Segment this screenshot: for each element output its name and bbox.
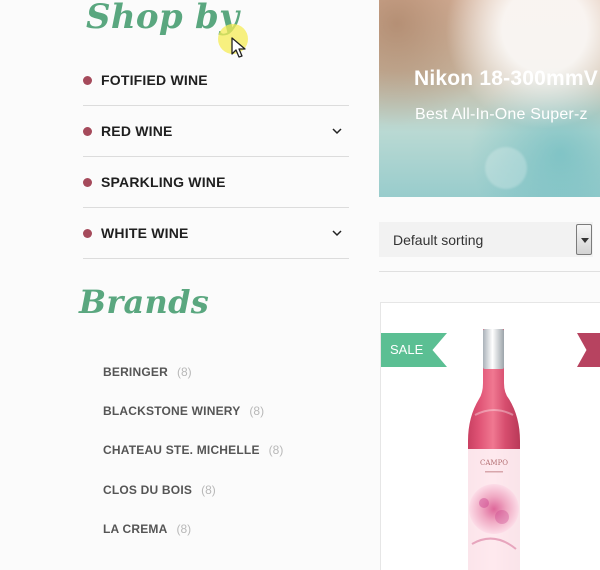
- brand-count: (8): [268, 443, 284, 458]
- dropdown-arrow-icon[interactable]: [576, 224, 592, 255]
- category-bullet-icon: [83, 178, 92, 187]
- brand-count: (8): [201, 482, 216, 497]
- sorting-select[interactable]: Default sorting: [379, 222, 593, 257]
- product-card[interactable]: SALE CAMPO: [380, 302, 600, 570]
- brand-count: (8): [176, 364, 192, 379]
- shop-by-heading: Shop by: [86, 0, 240, 37]
- brand-link-blackstone-winery[interactable]: BLACKSTONE WINERY: [103, 404, 240, 418]
- brand-item: CLOS DU BOIS (8): [103, 470, 343, 509]
- brand-link-chateau-ste-michelle[interactable]: CHATEAU STE. MICHELLE: [103, 443, 260, 457]
- brand-count: (8): [176, 521, 192, 536]
- category-item-red-wine[interactable]: RED WINE: [83, 106, 349, 157]
- category-bullet-icon: [83, 127, 92, 136]
- category-label: FOTIFIED WINE: [101, 72, 208, 88]
- category-label: RED WINE: [101, 123, 173, 139]
- category-bullet-icon: [83, 229, 92, 238]
- category-list: FOTIFIED WINE RED WINE SPARKLING WINE WH…: [83, 55, 349, 259]
- category-label: SPARKLING WINE: [101, 174, 226, 190]
- brand-link-clos-du-bois[interactable]: CLOS DU BOIS: [103, 483, 192, 497]
- banner-subtitle: Best All-In-One Super-z: [415, 106, 588, 123]
- brand-item: CHATEAU STE. MICHELLE (8): [103, 431, 343, 470]
- category-label: WHITE WINE: [101, 225, 189, 241]
- chevron-down-icon[interactable]: [332, 229, 342, 237]
- chevron-down-icon[interactable]: [332, 127, 342, 135]
- wine-bottle-image[interactable]: CAMPO: [452, 329, 536, 570]
- brand-item: LA CREMA (8): [103, 509, 343, 548]
- category-item-sparkling-wine[interactable]: SPARKLING WINE: [83, 157, 349, 208]
- brand-link-la-crema[interactable]: LA CREMA: [103, 522, 167, 536]
- banner-title: Nikon 18-300mmV: [414, 67, 598, 90]
- brand-link-beringer[interactable]: BERINGER: [103, 365, 168, 379]
- sorting-divider: [379, 271, 600, 272]
- category-bullet-icon: [83, 76, 92, 85]
- product-ribbon-decoration: [577, 333, 600, 367]
- brands-heading: Brands: [79, 283, 210, 321]
- promo-banner[interactable]: Nikon 18-300mmV Best All-In-One Super-z: [379, 0, 600, 197]
- brand-list: BERINGER (8) BLACKSTONE WINERY (8) CHATE…: [103, 352, 343, 548]
- brand-item: BERINGER (8): [103, 352, 343, 391]
- category-item-fortified-wine[interactable]: FOTIFIED WINE: [83, 55, 349, 106]
- brand-count: (8): [249, 403, 265, 418]
- category-item-white-wine[interactable]: WHITE WINE: [83, 208, 349, 259]
- sorting-selected-value: Default sorting: [393, 232, 484, 248]
- sale-badge: SALE: [381, 333, 447, 367]
- brand-item: BLACKSTONE WINERY (8): [103, 391, 343, 430]
- bottle-label-text: CAMPO: [480, 459, 508, 467]
